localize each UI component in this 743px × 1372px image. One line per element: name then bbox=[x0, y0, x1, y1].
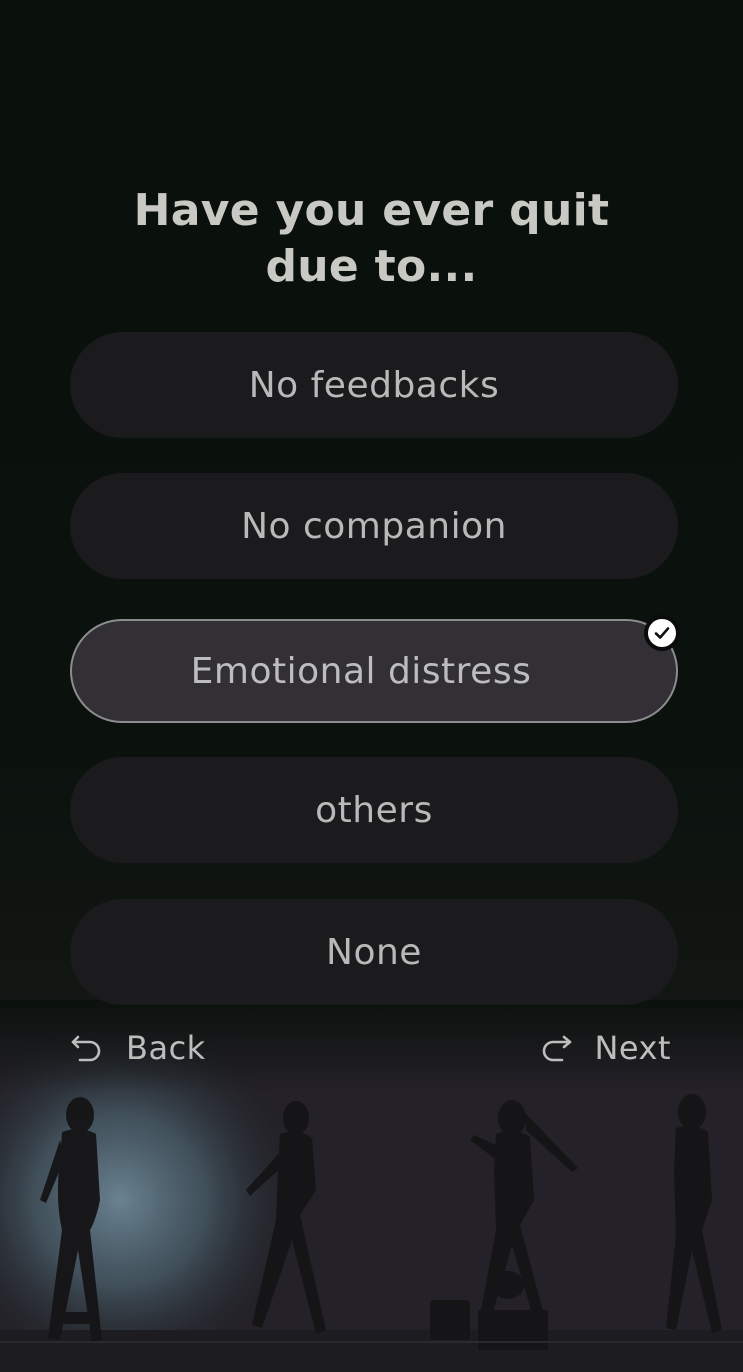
question-line-1: Have you ever quit bbox=[133, 185, 610, 236]
option-none[interactable]: None bbox=[70, 899, 678, 1005]
option-label: None bbox=[326, 931, 422, 973]
option-label: No companion bbox=[241, 505, 507, 547]
quiz-screen: Have you ever quit due to... No feedback… bbox=[0, 0, 743, 1372]
option-no-feedbacks[interactable]: No feedbacks bbox=[70, 332, 678, 438]
question-line-2: due to... bbox=[265, 241, 478, 292]
option-others[interactable]: others bbox=[70, 757, 678, 863]
undo-arrow-icon bbox=[71, 1035, 101, 1062]
option-label: No feedbacks bbox=[248, 364, 500, 406]
back-button[interactable]: Back bbox=[70, 1025, 206, 1071]
option-emotional-distress[interactable]: Emotional distress bbox=[70, 615, 680, 723]
redo-arrow-icon bbox=[543, 1035, 572, 1062]
option-label: Emotional distress bbox=[190, 650, 532, 692]
checkmark-icon bbox=[644, 615, 680, 651]
option-no-companion[interactable]: No companion bbox=[70, 473, 678, 579]
back-label: Back bbox=[126, 1029, 206, 1067]
question-title: Have you ever quit due to... bbox=[0, 183, 743, 295]
next-label: Next bbox=[594, 1029, 671, 1067]
option-label: others bbox=[315, 789, 433, 831]
next-button[interactable]: Next bbox=[538, 1025, 671, 1071]
